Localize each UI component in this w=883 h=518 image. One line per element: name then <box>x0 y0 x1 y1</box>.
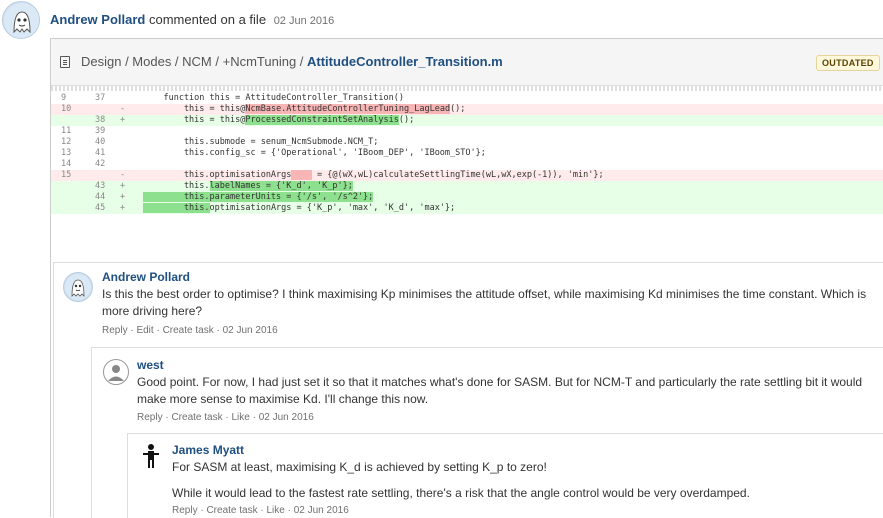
diff-code: this.submode = senum_NcmSubmode.NCM_T; <box>143 137 379 147</box>
diff-line[interactable]: 13 41 this.config_sc = {'Operational', 'I… <box>51 148 883 159</box>
old-line-number: 9 <box>61 93 67 103</box>
ghost-avatar-icon[interactable] <box>2 1 40 39</box>
activity-user-link[interactable]: Andrew Pollard <box>50 12 145 27</box>
diff-line[interactable]: 12 40 this.submode = senum_NcmSubmode.NCM… <box>51 137 883 148</box>
old-line-number: 14 <box>61 159 72 169</box>
file-path: Design / Modes / NCM / +NcmTuning / <box>81 54 308 69</box>
file-name-link[interactable]: AttitudeController_Transition.m <box>307 54 503 69</box>
diff-code: this = this@NcmBase.AttitudeControllerTu… <box>143 104 466 114</box>
diff-code: this = this@ProcessedConstraintSetAnalys… <box>143 115 415 125</box>
new-line-number: 45 <box>95 203 106 213</box>
file-breadcrumb: Design / Modes / NCM / +NcmTuning / Atti… <box>81 54 503 69</box>
comment-actions[interactable]: Reply · Create task · Like · 02 Jun 2016 <box>137 412 314 423</box>
diff-line[interactable]: 10 - this = this@NcmBase.AttitudeControll… <box>51 104 883 115</box>
diff-marker: - <box>120 104 126 114</box>
comment-body: Is this the best order to optimise? I th… <box>102 287 867 318</box>
stick-figure-icon[interactable] <box>141 443 161 469</box>
new-line-number: 42 <box>95 159 106 169</box>
diff-line[interactable]: 14 42 <box>51 159 883 170</box>
diff-marker: + <box>120 181 126 191</box>
diff-code: this.labelNames = {'K_d', 'K_p'}; <box>143 181 353 191</box>
diff-code: this.optimisationArgs = {'K_p', 'max', '… <box>143 203 456 213</box>
file-comment-card: Design / Modes / NCM / +NcmTuning / Atti… <box>50 38 883 518</box>
diff-code: this.config_sc = {'Operational', 'IBoom_… <box>143 148 486 158</box>
default-user-icon[interactable] <box>103 359 129 385</box>
diff-line[interactable]: 43 + this.labelNames = {'K_d', 'K_p'}; <box>51 181 883 192</box>
diff-code: this.parameterUnits = {'/s', '/s^2'}; <box>143 192 374 202</box>
diff-line[interactable]: 45 + this.optimisationArgs = {'K_p', 'max… <box>51 203 883 214</box>
comment-body: For SASM at least, maximising K_d is ach… <box>172 460 547 474</box>
comment-author-link[interactable]: James Myatt <box>172 443 244 457</box>
activity-summary: Andrew Pollard commented on a file 02 Ju… <box>50 12 334 27</box>
diff-line[interactable]: 11 39 <box>51 126 883 137</box>
new-line-number: 37 <box>95 93 106 103</box>
outdated-badge: OUTDATED <box>816 55 880 71</box>
comment-author-link[interactable]: Andrew Pollard <box>102 270 190 284</box>
old-line-number: 11 <box>61 126 72 136</box>
diff-line[interactable]: 15 - this.optimisationArgs = {@(wX,wL)cal… <box>51 170 883 181</box>
file-icon <box>60 56 70 68</box>
diff-code: this.optimisationArgs = {@(wX,wL)calcula… <box>143 170 604 180</box>
comment-body: Good point. For now, I had just set it s… <box>137 375 863 406</box>
diff-line[interactable]: 9 37 function this = AttitudeController_T… <box>51 93 883 104</box>
diff-code: function this = AttitudeController_Trans… <box>143 93 404 103</box>
activity-date: 02 Jun 2016 <box>273 15 335 27</box>
hunk-separator <box>51 86 883 91</box>
new-line-number: 38 <box>95 115 106 125</box>
new-line-number: 41 <box>95 148 106 158</box>
diff-marker: + <box>120 115 126 125</box>
file-header: Design / Modes / NCM / +NcmTuning / Atti… <box>51 39 883 86</box>
diff-line[interactable]: 44 + this.parameterUnits = {'/s', '/s^2'}… <box>51 192 883 203</box>
old-line-number: 10 <box>61 104 72 114</box>
old-line-number: 15 <box>61 170 72 180</box>
diff-marker: + <box>120 203 126 213</box>
diff-marker: - <box>120 170 126 180</box>
diff-line[interactable]: 38 + this = this@ProcessedConstraintSetAn… <box>51 115 883 126</box>
new-line-number: 43 <box>95 181 106 191</box>
comment-actions[interactable]: Reply · Create task · Like · 02 Jun 2016 <box>172 505 349 516</box>
comment-body: While it would lead to the fastest rate … <box>172 486 750 500</box>
old-line-number: 12 <box>61 137 72 147</box>
comment-author-link[interactable]: west <box>137 358 164 372</box>
ghost-avatar-icon[interactable] <box>63 272 93 302</box>
diff-marker: + <box>120 192 126 202</box>
old-line-number: 13 <box>61 148 72 158</box>
new-line-number: 40 <box>95 137 106 147</box>
comment-actions[interactable]: Reply · Edit · Create task · 02 Jun 2016 <box>102 325 278 336</box>
new-line-number: 44 <box>95 192 106 202</box>
new-line-number: 39 <box>95 126 106 136</box>
activity-action: commented on a file <box>148 12 267 27</box>
